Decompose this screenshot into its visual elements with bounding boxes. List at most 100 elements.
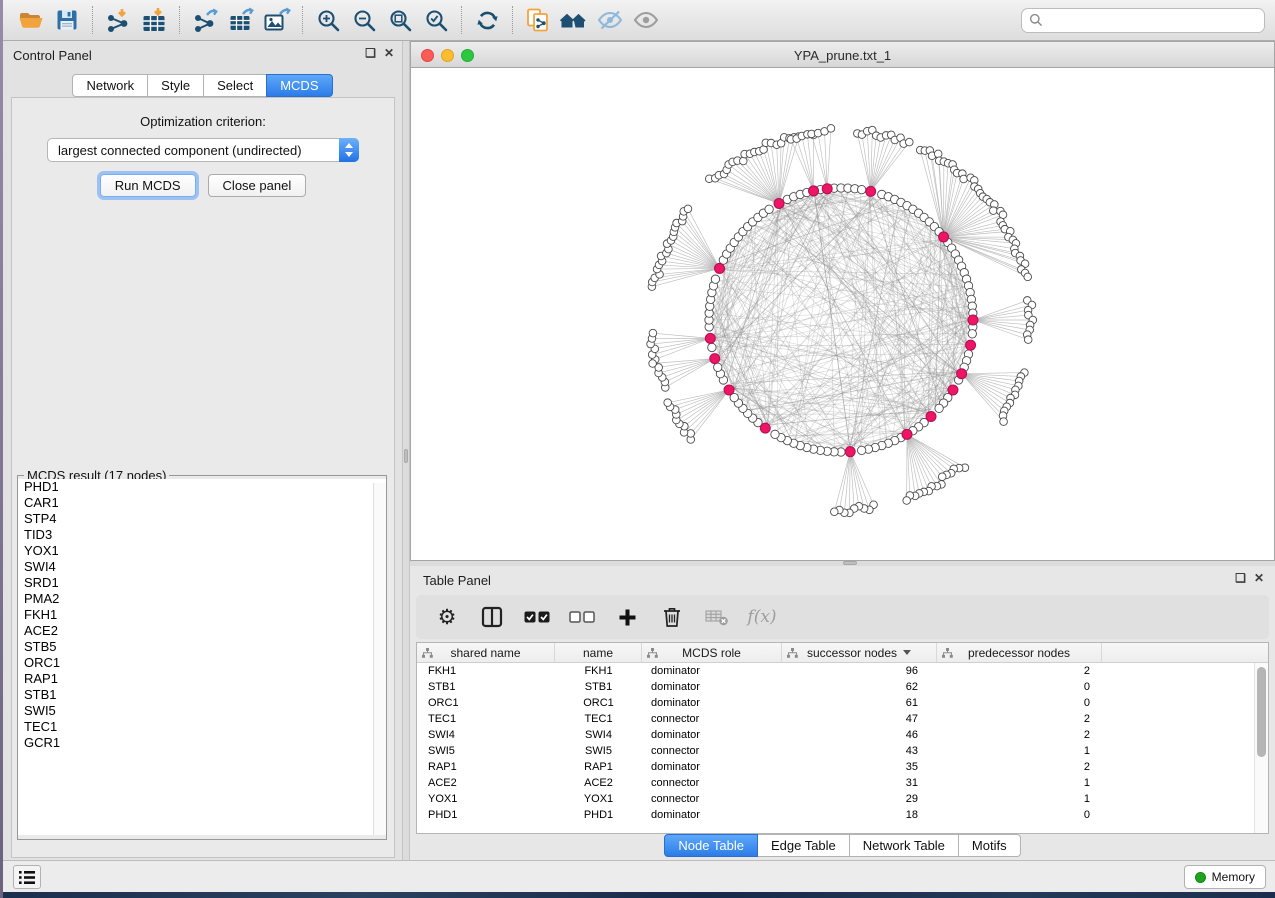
cell-successor_nodes[interactable]: 31 bbox=[782, 775, 937, 791]
tab-network[interactable]: Network bbox=[72, 74, 148, 97]
cell-predecessor_nodes[interactable]: 1 bbox=[937, 775, 1102, 791]
import-table-button[interactable] bbox=[136, 4, 172, 36]
mcds-result-node[interactable]: TID3 bbox=[18, 527, 386, 543]
cell-name[interactable]: PHD1 bbox=[555, 807, 642, 823]
cell-shared_name[interactable]: TEC1 bbox=[417, 711, 555, 727]
dominator-node[interactable] bbox=[710, 354, 720, 364]
dominator-node[interactable] bbox=[926, 412, 936, 422]
network-node[interactable] bbox=[857, 446, 865, 454]
cell-shared_name[interactable]: FKH1 bbox=[417, 663, 555, 679]
cell-name[interactable]: SWI5 bbox=[555, 743, 642, 759]
table-row[interactable]: SWI4SWI4dominator462 bbox=[417, 727, 1254, 743]
network-node[interactable] bbox=[765, 205, 773, 213]
network-node[interactable] bbox=[740, 157, 748, 165]
close-panel-button[interactable]: ✕ bbox=[1254, 571, 1264, 585]
tab-mcds[interactable]: MCDS bbox=[266, 74, 332, 97]
cell-predecessor_nodes[interactable]: 0 bbox=[937, 807, 1102, 823]
table-row[interactable]: YOX1YOX1connector291 bbox=[417, 791, 1254, 807]
dominator-node[interactable] bbox=[724, 385, 734, 395]
vertical-splitter[interactable] bbox=[402, 41, 410, 860]
tab-style[interactable]: Style bbox=[147, 74, 204, 97]
cell-shared_name[interactable]: RAP1 bbox=[417, 759, 555, 775]
cell-predecessor_nodes[interactable]: 2 bbox=[937, 759, 1102, 775]
mcds-result-node[interactable]: GCR1 bbox=[18, 735, 386, 751]
select-all-button[interactable] bbox=[522, 601, 552, 633]
export-image-button[interactable] bbox=[259, 4, 295, 36]
cell-predecessor_nodes[interactable]: 1 bbox=[937, 743, 1102, 759]
clone-network-button[interactable] bbox=[520, 4, 556, 36]
dominator-node[interactable] bbox=[705, 333, 715, 343]
network-node[interactable] bbox=[664, 399, 672, 407]
network-node[interactable] bbox=[903, 497, 911, 505]
network-node[interactable] bbox=[905, 138, 913, 146]
float-panel-button[interactable]: ❑ bbox=[1235, 571, 1246, 585]
mcds-result-node[interactable]: STP4 bbox=[18, 511, 386, 527]
cell-predecessor_nodes[interactable]: 2 bbox=[937, 727, 1102, 743]
criterion-dropdown[interactable]: largest connected component (undirected) bbox=[47, 138, 359, 162]
column-header-name[interactable]: name bbox=[555, 643, 642, 662]
column-header-MCDS-role[interactable]: MCDS role bbox=[642, 643, 782, 662]
network-node[interactable] bbox=[990, 207, 998, 215]
show-all-button[interactable] bbox=[628, 4, 664, 36]
cell-shared_name[interactable]: ACE2 bbox=[417, 775, 555, 791]
cell-successor_nodes[interactable]: 18 bbox=[782, 807, 937, 823]
network-node[interactable] bbox=[711, 275, 719, 283]
table-row[interactable]: STB1STB1dominator620 bbox=[417, 679, 1254, 695]
column-header-predecessor-nodes[interactable]: predecessor nodes bbox=[937, 643, 1102, 662]
cell-mcds_role[interactable]: dominator bbox=[642, 759, 782, 775]
cell-mcds_role[interactable]: connector bbox=[642, 775, 782, 791]
dominator-node[interactable] bbox=[902, 429, 912, 439]
float-panel-button[interactable]: ❑ bbox=[365, 46, 376, 60]
deselect-all-button[interactable] bbox=[567, 601, 597, 633]
cell-shared_name[interactable]: SWI5 bbox=[417, 743, 555, 759]
cell-shared_name[interactable]: PHD1 bbox=[417, 807, 555, 823]
cell-successor_nodes[interactable]: 62 bbox=[782, 679, 937, 695]
table-row[interactable]: SWI5SWI5connector431 bbox=[417, 743, 1254, 759]
scrollbar-thumb[interactable] bbox=[1257, 667, 1266, 757]
cell-shared_name[interactable]: YOX1 bbox=[417, 791, 555, 807]
network-window-titlebar[interactable]: YPA_prune.txt_1 bbox=[410, 41, 1275, 68]
mcds-result-node[interactable]: RAP1 bbox=[18, 671, 386, 687]
mcds-result-node[interactable]: SWI4 bbox=[18, 559, 386, 575]
cell-mcds_role[interactable]: connector bbox=[642, 743, 782, 759]
dominator-node[interactable] bbox=[774, 198, 784, 208]
dominator-node[interactable] bbox=[939, 232, 949, 242]
zoom-out-button[interactable] bbox=[346, 4, 382, 36]
zoom-selected-button[interactable] bbox=[418, 4, 454, 36]
network-node[interactable] bbox=[649, 360, 657, 368]
cell-name[interactable]: STB1 bbox=[555, 679, 642, 695]
panel-menu-button[interactable] bbox=[13, 865, 41, 889]
mcds-result-node[interactable]: ACE2 bbox=[18, 623, 386, 639]
add-column-button[interactable] bbox=[612, 601, 642, 633]
column-header-shared-name[interactable]: shared name bbox=[417, 643, 555, 662]
cell-mcds_role[interactable]: dominator bbox=[642, 727, 782, 743]
mcds-list-scrollbar[interactable] bbox=[373, 483, 386, 835]
mcds-result-node[interactable]: FKH1 bbox=[18, 607, 386, 623]
network-node[interactable] bbox=[1000, 418, 1008, 426]
tab-node-table[interactable]: Node Table bbox=[664, 834, 758, 857]
cell-successor_nodes[interactable]: 35 bbox=[782, 759, 937, 775]
dominator-node[interactable] bbox=[966, 340, 976, 350]
export-network-button[interactable] bbox=[187, 4, 223, 36]
save-session-button[interactable] bbox=[49, 4, 85, 36]
network-node[interactable] bbox=[708, 343, 716, 351]
splitter-handle[interactable] bbox=[404, 449, 408, 463]
refresh-button[interactable] bbox=[469, 4, 505, 36]
mcds-result-node[interactable]: TEC1 bbox=[18, 719, 386, 735]
network-node[interactable] bbox=[1024, 336, 1032, 344]
tab-select[interactable]: Select bbox=[203, 74, 267, 97]
cell-name[interactable]: FKH1 bbox=[555, 663, 642, 679]
hide-selected-button[interactable] bbox=[592, 4, 628, 36]
zoom-fit-button[interactable] bbox=[382, 4, 418, 36]
dominator-node[interactable] bbox=[822, 184, 832, 194]
dominator-node[interactable] bbox=[845, 447, 855, 457]
cell-name[interactable]: SWI4 bbox=[555, 727, 642, 743]
search-input[interactable] bbox=[1043, 12, 1257, 28]
table-row[interactable]: ORC1ORC1dominator610 bbox=[417, 695, 1254, 711]
network-node[interactable] bbox=[857, 185, 865, 193]
network-node[interactable] bbox=[1024, 273, 1032, 281]
network-node[interactable] bbox=[649, 329, 657, 337]
cell-successor_nodes[interactable]: 29 bbox=[782, 791, 937, 807]
cell-shared_name[interactable]: STB1 bbox=[417, 679, 555, 695]
close-panel-button-mcds[interactable]: Close panel bbox=[208, 174, 307, 197]
